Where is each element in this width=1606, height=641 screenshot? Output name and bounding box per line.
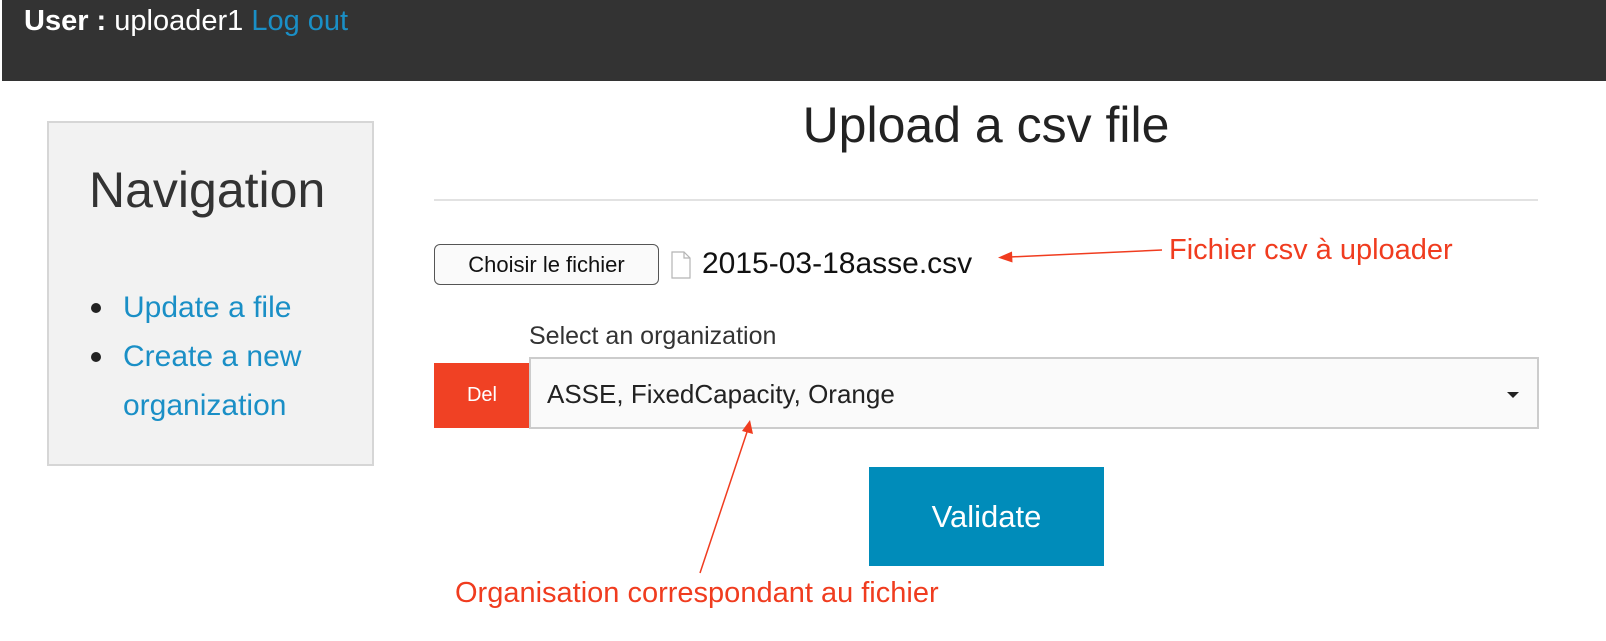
nav-item-create-organization: Create a new organization <box>91 332 343 430</box>
choose-file-button[interactable]: Choisir le fichier <box>434 244 659 285</box>
selected-filename: 2015-03-18asse.csv <box>702 247 973 280</box>
organization-label: Select an organization <box>529 322 777 350</box>
bullet-icon <box>91 352 101 362</box>
divider <box>434 199 1538 201</box>
user-label: User : <box>24 5 107 37</box>
user-info: User : uploader1 Log out <box>24 4 348 38</box>
top-bar: User : uploader1 Log out <box>2 0 1606 81</box>
navigation-title: Navigation <box>89 162 326 218</box>
create-organization-link[interactable]: Create a new organization <box>123 332 343 430</box>
navigation-panel: Navigation Update a file Create a new or… <box>47 121 374 466</box>
nav-item-update-file: Update a file <box>91 283 343 332</box>
arrow-to-filename <box>998 249 1163 263</box>
chevron-down-icon <box>1507 392 1519 398</box>
username: uploader1 <box>114 5 244 37</box>
navigation-list: Update a file Create a new organization <box>91 283 343 430</box>
validate-button[interactable]: Validate <box>869 467 1104 566</box>
update-file-link[interactable]: Update a file <box>123 291 291 324</box>
organization-annotation: Organisation correspondant au fichier <box>455 577 939 609</box>
page-title: Upload a csv file <box>802 97 1170 153</box>
delete-button[interactable]: Del <box>434 363 530 428</box>
logout-link[interactable]: Log out <box>251 5 348 37</box>
arrow-to-organization <box>699 420 753 574</box>
bullet-icon <box>91 303 101 313</box>
organization-select[interactable]: ASSE, FixedCapacity, Orange <box>529 357 1539 429</box>
organization-selected-value: ASSE, FixedCapacity, Orange <box>547 379 895 409</box>
document-icon <box>671 251 691 279</box>
file-annotation: Fichier csv à uploader <box>1169 234 1453 266</box>
